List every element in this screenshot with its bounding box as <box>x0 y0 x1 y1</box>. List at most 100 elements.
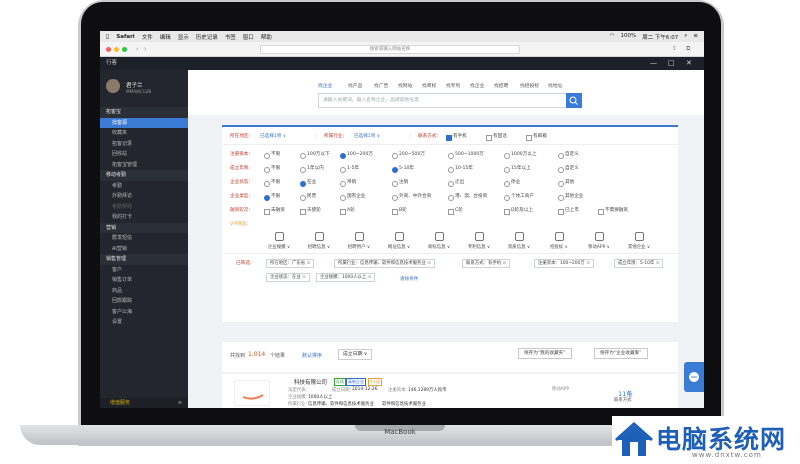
filter-option[interactable]: 不限 <box>264 149 280 161</box>
address-bar[interactable]: 搜索或输入网站名称 <box>260 45 520 54</box>
tabs-icon[interactable]: ⧉ <box>686 45 690 53</box>
maximize-icon[interactable]: □ <box>668 57 675 70</box>
filter-option[interactable]: 天使轮 <box>300 205 321 217</box>
search-tab-0[interactable]: 找企业 <box>318 82 332 89</box>
sidebar-item-7[interactable]: 考勤 <box>100 181 188 192</box>
has-mobile-checkbox[interactable]: 有手机 <box>446 131 467 143</box>
filter-option[interactable]: 已上市 <box>558 205 579 217</box>
filter-chip[interactable]: 成立年限：5-10年 ⊠ <box>614 259 664 268</box>
filter-chip[interactable]: 联系方式：有手机 ⊠ <box>462 259 511 268</box>
sidebar-footer[interactable]: 增值服务 ≡ <box>100 398 188 408</box>
filter-option[interactable]: 不限 <box>264 191 280 203</box>
filter-option[interactable]: 国有企业 <box>340 191 365 203</box>
sidebar-item-8[interactable]: 外勤拜访 <box>100 191 188 202</box>
avatar[interactable] <box>106 79 120 93</box>
remove-chip-icon[interactable]: ⊠ <box>426 261 431 266</box>
remove-chip-icon[interactable]: ⊠ <box>501 261 507 266</box>
minimize-window-icon[interactable] <box>114 47 119 52</box>
filter-option[interactable]: A轮 <box>340 205 355 217</box>
filter-option[interactable]: 15年以上 <box>504 163 531 175</box>
menu-view[interactable]: 显示 <box>178 33 189 41</box>
close-window-icon[interactable] <box>106 47 111 52</box>
filter-option[interactable]: C轮 <box>448 205 463 217</box>
sidebar-item-18[interactable]: 回款跟踪 <box>100 296 188 307</box>
company-name[interactable]: 科技有限公司 <box>294 378 327 386</box>
menu-history[interactable]: 历史记录 <box>196 33 218 41</box>
sidebar-item-16[interactable]: 销售订单 <box>100 275 188 286</box>
filter-option[interactable]: 在业 <box>300 177 316 189</box>
sidebar-item-6[interactable]: 移动考勤 <box>100 170 188 181</box>
profile[interactable]: 君子兰 MMA的CLUB <box>100 70 188 107</box>
remove-chip-icon[interactable]: ⊠ <box>585 261 590 266</box>
search-tab-4[interactable]: 找商标 <box>422 82 436 89</box>
vip-filter-0[interactable]: 企业规模 ∨ <box>262 232 296 250</box>
has-email-checkbox[interactable]: 有邮箱 <box>526 131 547 143</box>
filter-chip[interactable]: 企业状态：在业 ⊠ <box>266 273 310 282</box>
battery-text[interactable]: 100% <box>620 33 636 41</box>
vip-filter-6[interactable]: 资质信息 ∨ <box>502 232 536 250</box>
filter-option[interactable]: 停业 <box>504 177 520 189</box>
filter-chip[interactable]: 注册资本：100~200万 ⊠ <box>534 259 594 268</box>
apple-icon[interactable]:  <box>106 34 109 40</box>
search-tab-9[interactable]: 找地址 <box>548 82 562 89</box>
filter-option[interactable]: 1-5年 <box>340 163 359 175</box>
filter-option[interactable]: 1000万以上 <box>504 149 536 161</box>
remove-chip-icon[interactable]: ⊠ <box>654 261 660 266</box>
filter-chip[interactable]: 企业规模：1000人以上 ⊠ <box>316 273 376 282</box>
search-tab-2[interactable]: 找广告 <box>374 82 388 89</box>
remove-chip-icon[interactable]: ⊠ <box>301 275 306 280</box>
search-button[interactable] <box>566 93 582 108</box>
filter-option[interactable]: 民营 <box>300 191 316 203</box>
remove-chip-icon[interactable]: ⊠ <box>366 275 372 280</box>
region-select[interactable]: 已选择1项 ∨ <box>260 131 286 143</box>
menu-edit[interactable]: 编辑 <box>160 33 171 41</box>
filter-option[interactable]: 500~1000万 <box>448 149 484 161</box>
menu-bookmarks[interactable]: 书签 <box>225 33 236 41</box>
menu-icon[interactable]: ≡ <box>178 398 182 408</box>
filter-option[interactable]: 外资、中外合资 <box>392 191 431 203</box>
filter-option[interactable]: 迁出 <box>448 177 464 189</box>
filter-option[interactable]: 注销 <box>392 177 408 189</box>
sort-default[interactable]: 默认排序 <box>302 352 322 359</box>
sidebar-item-15[interactable]: 客户 <box>100 265 188 276</box>
vip-filter-5[interactable]: 专利信息 ∨ <box>462 232 496 250</box>
search-tab-7[interactable]: 找招聘 <box>494 82 508 89</box>
minimize-icon[interactable]: — <box>650 57 657 70</box>
forward-icon[interactable]: › <box>144 45 147 53</box>
filter-option[interactable]: 不限 <box>264 163 280 175</box>
sidebar-item-9[interactable]: 考勤规则 <box>100 202 188 213</box>
filter-option[interactable]: 200~500万 <box>392 149 425 161</box>
close-icon[interactable]: ✕ <box>686 57 692 70</box>
wifi-icon[interactable]: ◠ <box>610 33 615 41</box>
filter-option[interactable]: 5-10年 <box>392 163 414 175</box>
filter-option[interactable]: 其他 <box>558 177 574 189</box>
remove-chip-icon[interactable]: ⊠ <box>305 261 311 266</box>
sidebar-item-0[interactable]: 拓客宝 <box>100 107 188 118</box>
filter-option[interactable]: 自定义 <box>558 149 579 161</box>
sidebar-item-1[interactable]: 找客源 <box>100 117 188 128</box>
zoom-window-icon[interactable] <box>122 47 127 52</box>
filter-chip[interactable]: 所属行业：信息传输、软件和信息技术服务业 ⊠ <box>334 259 435 268</box>
menu-help[interactable]: 帮助 <box>261 33 272 41</box>
search-input[interactable]: 请输入关键词，输入名称企业，品牌或地址等 <box>318 93 568 108</box>
sidebar-item-14[interactable]: 销售管理 <box>100 254 188 265</box>
chat-float-button[interactable] <box>684 362 704 392</box>
search-icon[interactable]: ⌕ <box>684 33 687 41</box>
filter-option[interactable]: 100万以下 <box>300 149 330 161</box>
filter-option[interactable]: 未融资 <box>264 205 285 217</box>
search-tab-3[interactable]: 找网站 <box>398 82 412 89</box>
filter-option[interactable]: 10-15年 <box>448 163 473 175</box>
list-icon[interactable]: ≡ <box>693 33 698 41</box>
search-tab-8[interactable]: 找招投标 <box>520 82 539 89</box>
vip-filter-7[interactable]: 招投标 ∨ <box>542 232 576 250</box>
sidebar-item-11[interactable]: 营销 <box>100 222 188 233</box>
sort-select[interactable]: 成立日期 ∨ <box>338 349 373 360</box>
vip-filter-9[interactable]: 其他企业 ∨ <box>622 232 656 250</box>
filter-option[interactable]: D轮及以上 <box>504 205 533 217</box>
filter-option[interactable]: 港、澳、台投资 <box>448 191 487 203</box>
filter-option[interactable]: 100~200万 <box>340 149 373 161</box>
share-icon[interactable]: ⇪ <box>672 45 677 52</box>
vip-filter-2[interactable]: 招聘用户 ∨ <box>342 232 376 250</box>
filter-option[interactable]: 吊销 <box>340 177 356 189</box>
filter-option[interactable]: 其他企业 <box>558 191 583 203</box>
